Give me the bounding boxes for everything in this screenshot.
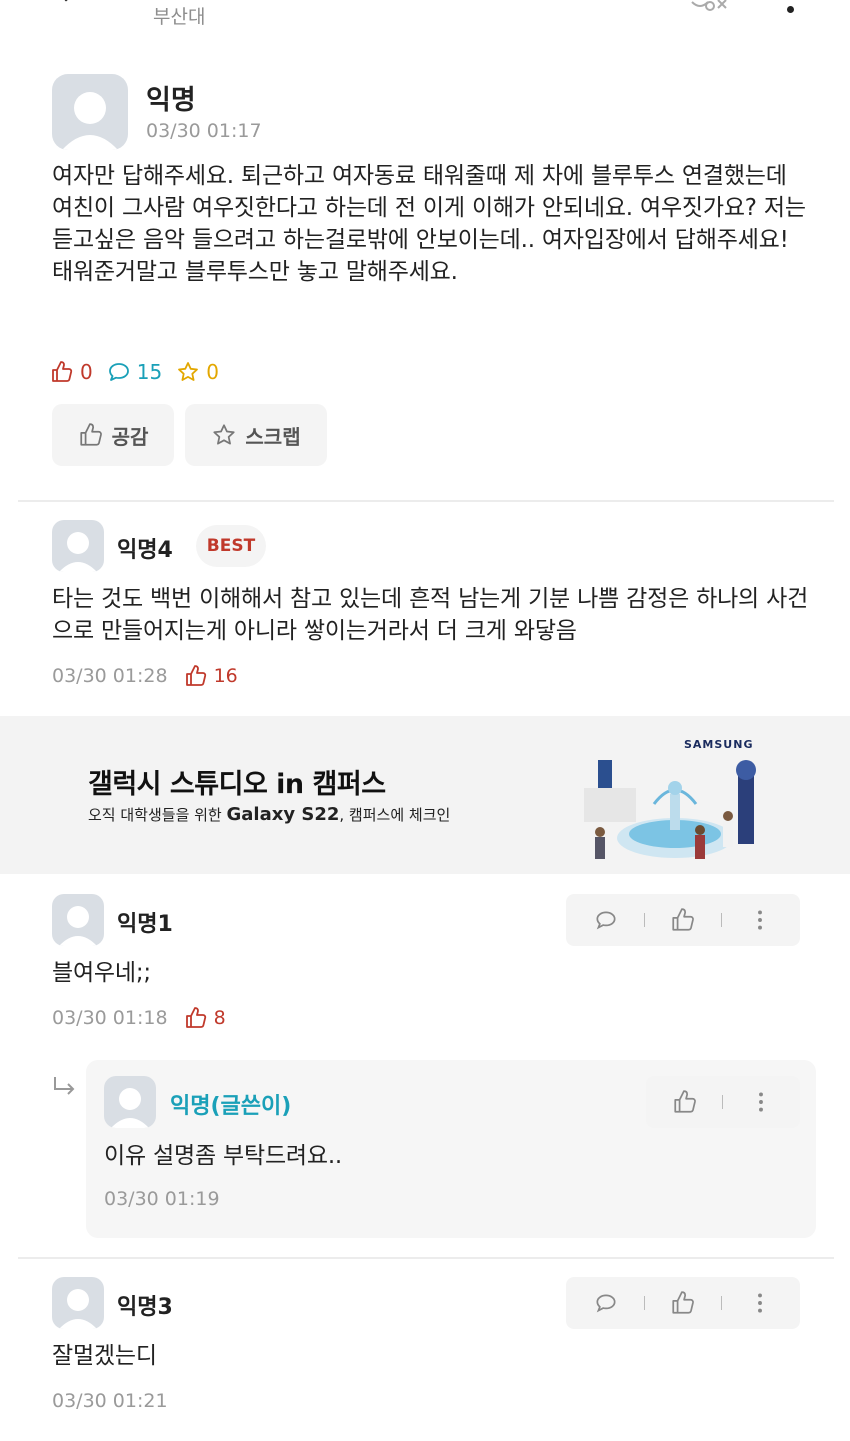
scrap-count: 0	[206, 360, 219, 384]
post-time: 03/30 01:17	[146, 120, 262, 142]
thumbs-up-icon[interactable]	[670, 907, 696, 933]
star-icon	[213, 424, 236, 445]
ad-subtitle-product: Galaxy S22	[226, 804, 340, 825]
ad-subtitle: 오직 대학생들을 위한 Galaxy S22, 캠퍼스에 체크인	[88, 804, 450, 825]
separator	[721, 913, 723, 927]
comment-like-count: 8	[213, 1007, 226, 1029]
scrap-button[interactable]: 스크랩	[185, 404, 327, 466]
comment-meta: 03/30 01:28 16	[52, 664, 238, 688]
avatar	[104, 1076, 156, 1128]
comment-likes: 8	[184, 1006, 226, 1030]
separator	[643, 1296, 645, 1310]
comment-body: 잘멀겠는디	[52, 1343, 157, 1369]
comment-count: 15	[136, 360, 163, 384]
top-bar: 부산대	[0, 0, 850, 40]
comment-time: 03/30 01:21	[52, 1390, 168, 1412]
reply-meta: 03/30 01:19	[104, 1188, 220, 1210]
thumbs-up-icon	[185, 1007, 206, 1028]
board-name[interactable]: 부산대	[153, 2, 205, 29]
like-stat: 0	[50, 360, 93, 384]
ad-illustration	[584, 760, 756, 859]
thumbs-up-icon	[185, 665, 206, 686]
more-vertical-icon[interactable]	[747, 1290, 773, 1316]
best-badge: BEST	[196, 525, 266, 567]
avatar	[52, 520, 104, 572]
comment-author: 익명4	[117, 538, 173, 563]
ad-subtitle-suffix: , 캠퍼스에 체크인	[339, 806, 451, 824]
reply-arrow-icon	[54, 1077, 75, 1095]
thumbs-up-icon	[79, 423, 102, 446]
like-button-label: 공감	[111, 424, 149, 449]
divider	[18, 1257, 834, 1259]
notification-off-icon[interactable]	[688, 0, 732, 20]
divider	[18, 500, 834, 502]
post-body: 여자만 답해주세요. 퇴근하고 여자동료 태워줄때 제 차에 블루투스 연결했는…	[52, 163, 806, 285]
more-vertical-icon[interactable]	[747, 907, 773, 933]
reply-tools	[646, 1076, 800, 1128]
ad-banner[interactable]: 갤럭시 스튜디오 in 캠퍼스 오직 대학생들을 위한 Galaxy S22, …	[0, 716, 850, 874]
more-menu-icon[interactable]	[787, 6, 794, 13]
back-arrow-icon[interactable]	[58, 0, 82, 14]
avatar	[52, 74, 128, 150]
comment-body: 타는 것도 백번 이해해서 참고 있는데 흔적 남는게 기분 나쁨 감정은 하나…	[52, 586, 809, 644]
post-stats: 0 15 0	[50, 357, 233, 387]
reply-comment-icon[interactable]	[593, 907, 619, 933]
thumbs-up-icon[interactable]	[672, 1089, 698, 1115]
star-icon	[178, 362, 199, 381]
like-button[interactable]: 공감	[52, 404, 174, 466]
more-vertical-icon[interactable]	[748, 1089, 774, 1115]
scrap-button-label: 스크랩	[245, 424, 301, 449]
thumbs-up-icon	[52, 361, 73, 382]
post-author: 익명	[146, 85, 196, 116]
thumbs-up-icon[interactable]	[670, 1290, 696, 1316]
separator	[721, 1296, 723, 1310]
like-count: 0	[80, 360, 93, 384]
comment-meta: 03/30 01:21	[52, 1390, 168, 1412]
comment-body: 블여우네;;	[52, 960, 151, 986]
comment-likes: 16	[184, 664, 238, 688]
comment-meta: 03/30 01:18 8	[52, 1006, 226, 1030]
avatar	[52, 1277, 104, 1329]
comment-tools	[566, 894, 800, 946]
reply-body: 이유 설명좀 부탁드려요..	[104, 1143, 343, 1169]
comment-time: 03/30 01:18	[52, 1007, 168, 1029]
separator	[722, 1095, 724, 1109]
comment-author: 익명1	[117, 912, 173, 937]
reply-time: 03/30 01:19	[104, 1188, 220, 1210]
comment-author: 익명3	[117, 1295, 173, 1320]
reply-comment-icon[interactable]	[593, 1290, 619, 1316]
separator	[643, 913, 645, 927]
scrap-stat: 0	[176, 360, 219, 384]
comment-tools	[566, 1277, 800, 1329]
comment-like-count: 16	[213, 665, 238, 687]
comment-stat: 15	[107, 360, 162, 384]
ad-title: 갤럭시 스튜디오 in 캠퍼스	[88, 769, 386, 800]
comment-bubble-icon	[108, 363, 129, 381]
avatar	[52, 894, 104, 946]
comment-time: 03/30 01:28	[52, 665, 168, 687]
reply-author: 익명(글쓴이)	[170, 1094, 292, 1119]
ad-subtitle-prefix: 오직 대학생들을 위한	[88, 806, 227, 824]
